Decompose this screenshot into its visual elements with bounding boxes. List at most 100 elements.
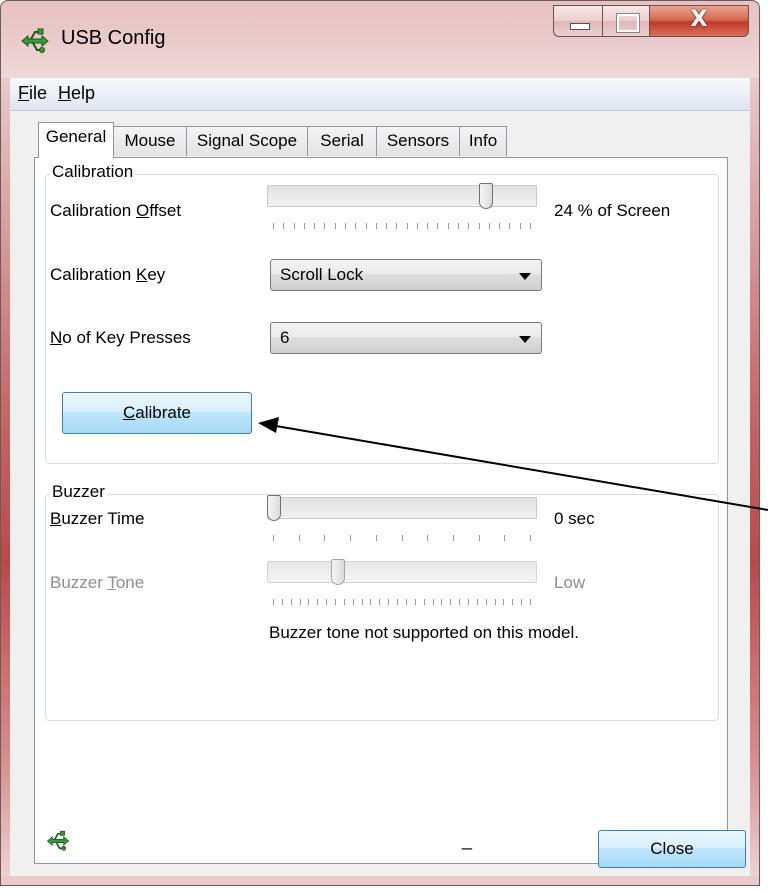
slider-tick xyxy=(365,223,367,229)
slider-tick xyxy=(414,599,416,605)
slider-tick xyxy=(441,599,443,605)
maximize-icon xyxy=(616,13,640,33)
key-presses-value: 6 xyxy=(280,328,290,347)
calibration-offset-slider[interactable] xyxy=(267,185,537,207)
usb-config-window: USB Config X File Help Calibration Calib… xyxy=(0,0,760,886)
slider-tick xyxy=(293,223,295,229)
label-part: Calibration xyxy=(50,201,136,220)
slider-tick xyxy=(375,535,377,541)
slider-tick xyxy=(519,223,521,229)
label-part: ffset xyxy=(149,201,182,220)
slider-tick xyxy=(361,599,363,605)
window-frame-right xyxy=(750,78,760,886)
slider-tick xyxy=(290,599,292,605)
calibration-key-select[interactable]: Scroll Lock xyxy=(270,259,542,291)
slider-tick xyxy=(397,599,399,605)
slider-tick xyxy=(344,223,346,229)
slider-tick xyxy=(458,223,460,229)
slider-tick xyxy=(370,599,372,605)
slider-tick xyxy=(503,599,505,605)
buzzer-time-slider[interactable] xyxy=(267,497,537,519)
slider-tick xyxy=(509,223,511,229)
slider-tick xyxy=(478,223,480,229)
buzzer-time-label: Buzzer Time xyxy=(50,509,144,529)
maximize-button[interactable] xyxy=(602,5,650,37)
calibration-offset-ticks xyxy=(273,223,531,229)
buzzer-tone-ticks xyxy=(273,599,531,605)
slider-tick xyxy=(283,223,285,229)
calibration-key-label: Calibration Key xyxy=(50,265,165,285)
button-mnemonic: C xyxy=(122,403,136,422)
label-mnemonic: K xyxy=(136,265,148,284)
tab-sensors[interactable]: Sensors xyxy=(376,126,460,156)
label-mnemonic: N xyxy=(50,328,63,347)
slider-tick xyxy=(467,599,469,605)
slider-tick xyxy=(423,599,425,605)
label-part: uzzer Time xyxy=(61,509,145,528)
buzzer-tone-slider xyxy=(267,561,537,583)
calibration-offset-label: Calibration Offset xyxy=(50,201,181,221)
slider-tick xyxy=(499,223,501,229)
slider-tick xyxy=(504,535,506,541)
buzzer-tone-value: Low xyxy=(554,573,586,592)
slider-tick xyxy=(468,223,470,229)
close-window-button[interactable]: X xyxy=(649,5,749,37)
menu-file-label: ile xyxy=(29,83,48,103)
slider-tick xyxy=(350,535,352,541)
close-button[interactable]: Close xyxy=(598,830,746,868)
buzzer-tone-note: Buzzer tone not supported on this model. xyxy=(269,623,579,642)
label-mnemonic: O xyxy=(136,201,150,220)
slider-tick xyxy=(352,599,354,605)
chevron-down-icon xyxy=(519,336,531,343)
window-frame-bottom xyxy=(0,876,760,886)
menu-help[interactable]: Help xyxy=(58,83,95,104)
tab-mouse[interactable]: Mouse xyxy=(113,126,187,156)
label-part: o of Key Presses xyxy=(62,328,191,347)
slider-tick xyxy=(343,599,345,605)
slider-tick xyxy=(437,223,439,229)
key-presses-select[interactable]: 6 xyxy=(270,322,542,354)
key-presses-label: No of Key Presses xyxy=(50,328,191,348)
slider-tick xyxy=(308,599,310,605)
status-text: _ xyxy=(462,830,473,850)
calibrate-button[interactable]: Calibrate xyxy=(62,392,252,434)
slider-tick xyxy=(530,223,531,229)
slider-tick xyxy=(512,599,514,605)
buzzer-group: Buzzer Buzzer Time 0 sec Buzzer Tone Low… xyxy=(45,482,719,721)
slider-tick xyxy=(386,223,388,229)
label-mnemonic: B xyxy=(50,509,62,528)
slider-tick xyxy=(427,535,429,541)
calibration-group-title: Calibration xyxy=(50,162,136,182)
minimize-button[interactable] xyxy=(553,5,603,37)
slider-tick xyxy=(299,599,301,605)
calibration-offset-value: 24 % of Screen xyxy=(554,201,671,220)
slider-tick xyxy=(530,535,531,541)
menu-file-mnemonic: F xyxy=(18,83,29,103)
menu-file[interactable]: File xyxy=(18,83,47,104)
buzzer-time-slider-thumb[interactable] xyxy=(267,495,281,521)
label-mnemonic: T xyxy=(107,573,116,592)
tab-general[interactable]: General xyxy=(38,122,114,158)
window-frame-left xyxy=(0,78,10,886)
slider-tick xyxy=(375,223,377,229)
slider-tick xyxy=(303,223,305,229)
tab-info[interactable]: Info xyxy=(459,126,507,156)
tab-signal-scope[interactable]: Signal Scope xyxy=(186,126,308,156)
buzzer-time-ticks xyxy=(273,535,531,541)
buzzer-tone-slider-thumb xyxy=(331,559,345,585)
slider-tick xyxy=(396,223,398,229)
slider-tick xyxy=(427,223,429,229)
slider-tick xyxy=(521,599,523,605)
caption-buttons: X xyxy=(553,5,749,39)
chevron-down-icon xyxy=(519,273,531,280)
slider-tick xyxy=(324,535,326,541)
slider-tick xyxy=(324,223,326,229)
slider-tick xyxy=(298,535,300,541)
calibration-offset-slider-thumb[interactable] xyxy=(479,183,494,209)
slider-tick xyxy=(314,223,316,229)
slider-tick xyxy=(478,535,480,541)
title-bar[interactable]: USB Config X xyxy=(0,0,760,78)
slider-tick xyxy=(379,599,381,605)
tab-serial[interactable]: Serial xyxy=(307,126,377,156)
window-title: USB Config xyxy=(61,27,166,49)
